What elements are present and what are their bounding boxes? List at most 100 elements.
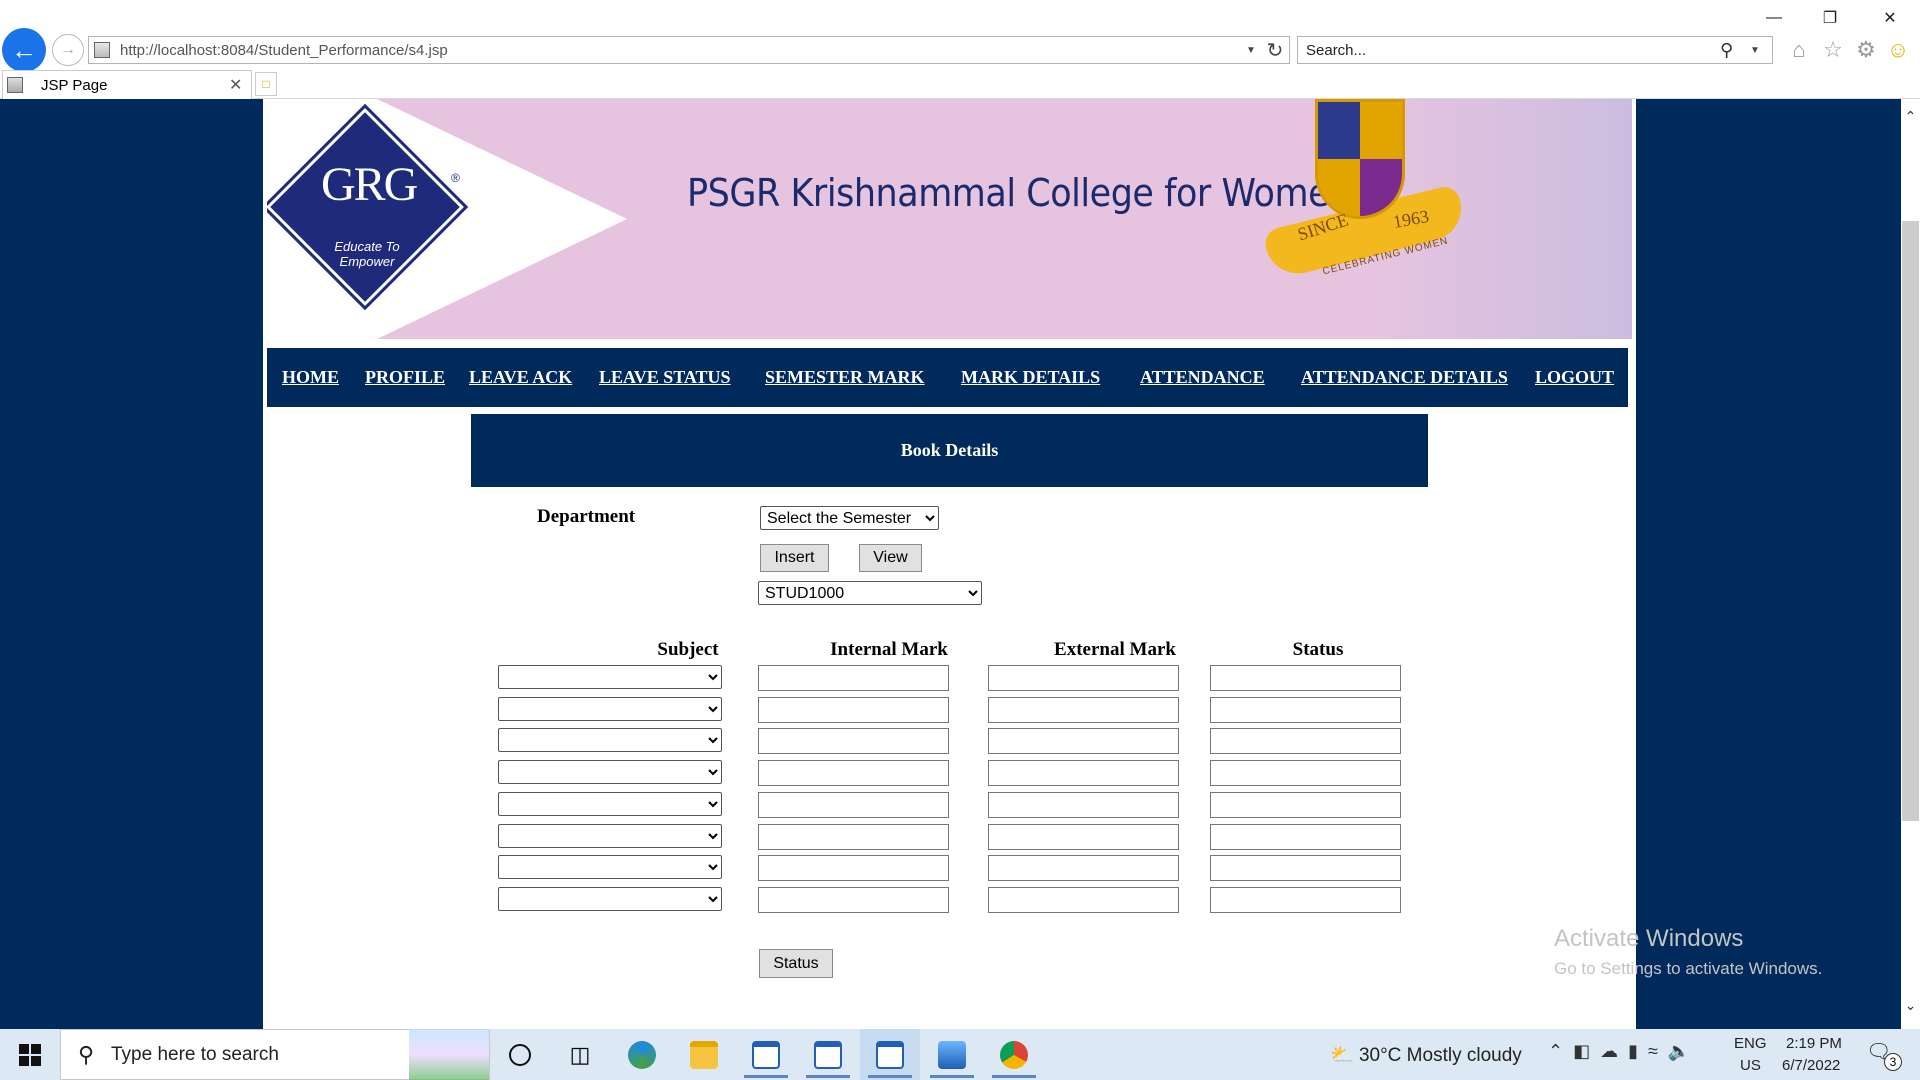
address-bar[interactable]: http://localhost:8084/Student_Performanc… — [88, 36, 1290, 64]
main-nav: HOME PROFILE LEAVE ACK LEAVE STATUS SEME… — [267, 348, 1628, 407]
status-input[interactable] — [1210, 887, 1401, 913]
semester-select[interactable]: Select the Semester — [760, 506, 939, 530]
external-mark-input[interactable] — [988, 887, 1179, 913]
start-button[interactable] — [0, 1029, 60, 1080]
subject-select[interactable] — [498, 760, 722, 784]
input-language[interactable]: ENG — [1734, 1035, 1767, 1052]
refresh-icon[interactable]: ↻ — [1261, 38, 1289, 63]
crest-quarter — [1360, 102, 1402, 159]
external-mark-input[interactable] — [988, 824, 1179, 850]
nav-semester-mark[interactable]: SEMESTER MARK — [765, 367, 925, 388]
internal-mark-input[interactable] — [758, 665, 949, 691]
clock-time[interactable]: 2:19 PM — [1786, 1035, 1842, 1052]
external-mark-input[interactable] — [988, 855, 1179, 881]
view-button[interactable]: View — [859, 544, 922, 572]
grg-logo-tagline: Educate To Empower — [334, 239, 400, 269]
nav-leave-status[interactable]: LEAVE STATUS — [599, 367, 731, 388]
internal-mark-input[interactable] — [758, 855, 949, 881]
close-tab-icon[interactable]: ✕ — [229, 75, 251, 95]
crest-quarter — [1318, 102, 1360, 159]
status-input[interactable] — [1210, 697, 1401, 723]
edge-icon[interactable] — [612, 1029, 672, 1080]
status-input[interactable] — [1210, 855, 1401, 881]
back-arrow-icon[interactable]: ← — [2, 28, 46, 72]
activate-windows-title: Activate Windows — [1554, 925, 1744, 952]
home-icon[interactable]: ⌂ — [1785, 36, 1813, 64]
external-mark-input[interactable] — [988, 792, 1179, 818]
internal-mark-input[interactable] — [758, 887, 949, 913]
nav-logout[interactable]: LOGOUT — [1535, 367, 1614, 388]
student-select[interactable]: STUD1000 — [758, 581, 982, 605]
subject-select[interactable] — [498, 697, 722, 721]
search-icon: ⚲ — [77, 1041, 95, 1067]
app-window-icon[interactable] — [798, 1029, 858, 1080]
forward-arrow-icon[interactable]: → — [52, 34, 84, 66]
address-url[interactable]: http://localhost:8084/Student_Performanc… — [120, 42, 1241, 59]
notification-count-badge: 3 — [1884, 1053, 1902, 1071]
scrollbar-thumb[interactable] — [1902, 221, 1919, 821]
insert-button[interactable]: Insert — [760, 544, 829, 572]
file-explorer-icon[interactable] — [674, 1029, 734, 1080]
search-dropdown-icon[interactable]: ▼ — [1750, 45, 1772, 56]
feedback-smiley-icon[interactable]: ☺ — [1884, 36, 1912, 64]
search-icon[interactable]: ⚲ — [1720, 40, 1750, 61]
status-input[interactable] — [1210, 760, 1401, 786]
cortana-icon[interactable] — [490, 1029, 550, 1080]
minimize-icon[interactable]: — — [1746, 0, 1802, 36]
subject-select[interactable] — [498, 824, 722, 848]
internal-mark-input[interactable] — [758, 824, 949, 850]
browser-search-placeholder[interactable]: Search... — [1306, 42, 1720, 59]
search-highlight-image — [409, 1029, 489, 1080]
external-mark-input[interactable] — [988, 697, 1179, 723]
nav-mark-details[interactable]: MARK DETAILS — [961, 367, 1100, 388]
status-input[interactable] — [1210, 824, 1401, 850]
taskbar-search-placeholder[interactable]: Type here to search — [111, 1044, 409, 1066]
weather-widget[interactable]: ⛅ 30°C Mostly cloudy — [1330, 1043, 1522, 1067]
chrome-icon[interactable] — [984, 1029, 1044, 1080]
subject-select[interactable] — [498, 728, 722, 752]
settings-gear-icon[interactable]: ⚙ — [1852, 36, 1880, 64]
status-input[interactable] — [1210, 792, 1401, 818]
internal-mark-input[interactable] — [758, 760, 949, 786]
status-input[interactable] — [1210, 728, 1401, 754]
internal-mark-input[interactable] — [758, 697, 949, 723]
status-button[interactable]: Status — [759, 949, 833, 978]
internal-mark-input[interactable] — [758, 792, 949, 818]
photos-icon[interactable] — [922, 1029, 982, 1080]
new-tab-icon[interactable]: □ — [255, 72, 277, 96]
cloud-sun-icon: ⛅ — [1330, 1045, 1354, 1066]
external-mark-input[interactable] — [988, 665, 1179, 691]
app-window-icon[interactable] — [860, 1029, 920, 1080]
nav-home[interactable]: HOME — [282, 367, 339, 388]
external-mark-input[interactable] — [988, 728, 1179, 754]
status-input[interactable] — [1210, 665, 1401, 691]
app-window-icon[interactable] — [736, 1029, 796, 1080]
subject-select[interactable] — [498, 665, 722, 689]
column-header-subject: Subject — [657, 639, 719, 660]
external-mark-input[interactable] — [988, 760, 1179, 786]
subject-select[interactable] — [498, 792, 722, 816]
browser-tab[interactable]: JSP Page ✕ — [2, 70, 252, 99]
tab-favicon-icon — [7, 77, 23, 93]
browser-search-box[interactable]: Search... ⚲ ▼ — [1297, 36, 1773, 64]
restore-icon[interactable]: ❐ — [1802, 0, 1858, 36]
column-header-external-mark: External Mark — [1054, 639, 1176, 660]
internal-mark-input[interactable] — [758, 728, 949, 754]
clock-date[interactable]: 6/7/2022 — [1782, 1057, 1840, 1074]
address-dropdown-icon[interactable]: ▼ — [1241, 45, 1261, 56]
system-tray-icons[interactable]: ⌃◧☁▮≈🔈 — [1548, 1041, 1700, 1062]
task-view-icon[interactable]: ◫ — [550, 1029, 610, 1080]
scroll-up-icon[interactable]: ⌃ — [1901, 108, 1920, 128]
input-region[interactable]: US — [1740, 1057, 1761, 1074]
subject-select[interactable] — [498, 855, 722, 879]
nav-profile[interactable]: PROFILE — [365, 367, 445, 388]
favorites-star-icon[interactable]: ☆ — [1819, 36, 1847, 64]
close-window-icon[interactable]: ✕ — [1862, 0, 1918, 36]
nav-attendance-details[interactable]: ATTENDANCE DETAILS — [1301, 367, 1508, 388]
nav-leave-ack[interactable]: LEAVE ACK — [469, 367, 572, 388]
nav-attendance[interactable]: ATTENDANCE — [1140, 367, 1265, 388]
taskbar-search[interactable]: ⚲ Type here to search — [60, 1029, 490, 1080]
tab-title[interactable]: JSP Page — [41, 77, 229, 94]
scroll-down-icon[interactable]: ⌄ — [1901, 997, 1920, 1017]
subject-select[interactable] — [498, 887, 722, 911]
